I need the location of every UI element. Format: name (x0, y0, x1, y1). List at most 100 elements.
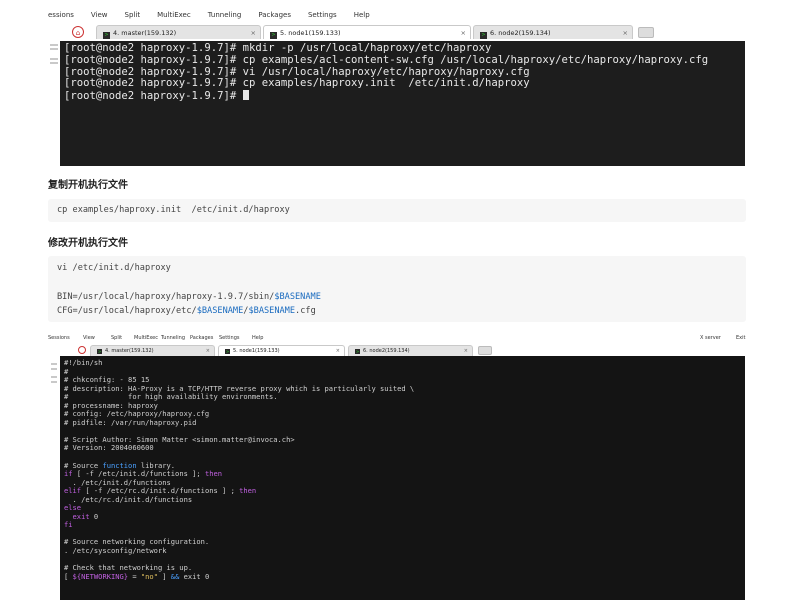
home-icon[interactable] (78, 346, 86, 354)
terminal-line: [root@node2 haproxy-1.9.7]# cp examples/… (64, 53, 709, 66)
sidebar-marker (51, 368, 57, 370)
code-variable: $BASENAME (196, 305, 244, 316)
menu-multiexec[interactable]: MultiExec (134, 333, 158, 343)
close-icon[interactable]: × (461, 26, 466, 40)
terminal-icon: > (103, 32, 110, 39)
terminal-line: # Version: 2004060600 (64, 443, 154, 453)
terminal-line: # for high availability environments. (64, 392, 278, 402)
menu-tunneling[interactable]: Tunneling (208, 8, 242, 22)
keyword-text: elif (64, 486, 82, 496)
terminal-line: # (64, 366, 69, 376)
code-text: = (128, 571, 141, 581)
keyword-text: then (204, 469, 223, 479)
terminal-line: # pidfile: /var/run/haproxy.pid (64, 417, 197, 427)
terminal-icon: > (355, 349, 360, 354)
close-icon[interactable]: × (251, 26, 256, 40)
new-tab-button[interactable] (638, 27, 654, 38)
tab-node1[interactable]: >5. node1(159.133) × (263, 25, 471, 39)
terminal-prompt: [root@node2 haproxy-1.9.7]# (64, 90, 243, 103)
terminal-line: #!/bin/sh (64, 358, 103, 367)
home-icon[interactable]: ⌂ (72, 26, 84, 38)
code-line: vi /etc/init.d/haproxy (57, 263, 171, 273)
menu-multiexec[interactable]: MultiExec (157, 8, 191, 22)
tab-label: 6. node2(159.134) (490, 29, 551, 37)
menu-packages[interactable]: Packages (258, 8, 291, 22)
code-text: [ -f /etc/rc.d/init.d/functions ] ; (81, 486, 240, 496)
code-text: BIN=/usr/local/haproxy/haproxy-1.9.7/sbi… (57, 291, 275, 302)
bottom-terminal[interactable]: #!/bin/sh # # chkconfig: - 85 15 # descript… (60, 356, 745, 600)
tab-master[interactable]: >4. master(159.132) × (90, 345, 215, 356)
section-heading-copy: 复制开机执行文件 (48, 180, 128, 191)
terminal-icon: > (225, 349, 230, 354)
tab-label: 5. node1(159.133) (280, 29, 341, 37)
top-tab-bar: ⌂ >4. master(159.132) × >5. node1(159.133… (48, 24, 748, 40)
menu-settings[interactable]: Settings (308, 8, 337, 22)
code-line: BIN=/usr/local/haproxy/haproxy-1.9.7/sbi… (57, 290, 746, 304)
keyword-text: if (64, 469, 73, 479)
menu-x-server[interactable]: X server (700, 333, 721, 343)
tab-node2[interactable]: >6. node2(159.134) × (473, 25, 633, 39)
code-text: .cfg (295, 305, 316, 316)
terminal-line: [ ${NETWORKING} = "no" ] && exit 0 (64, 571, 741, 582)
section-heading-modify: 修改开机执行文件 (48, 238, 128, 249)
sidebar-marker (50, 48, 58, 50)
menu-tunneling[interactable]: Tunneling (161, 333, 185, 343)
terminal-cursor (242, 90, 249, 101)
menu-exit[interactable]: Exit (736, 333, 745, 343)
top-terminal[interactable]: [root@node2 haproxy-1.9.7]# mkdir -p /us… (60, 41, 745, 166)
tab-node1[interactable]: >5. node1(159.133) × (218, 345, 345, 356)
tab-label: 6. node2(159.134) (363, 348, 410, 354)
code-block-copy: cp examples/haproxy.init /etc/init.d/hap… (48, 199, 746, 222)
menu-help[interactable]: Help (252, 333, 263, 343)
bottom-tab-bar: >4. master(159.132) × >5. node1(159.133) ×… (48, 344, 748, 356)
menu-sessions[interactable]: Sessions (48, 333, 70, 343)
terminal-line: else (64, 504, 741, 513)
terminal-line: exit 0 (64, 511, 741, 522)
sidebar-marker (50, 44, 58, 46)
sidebar-marker (51, 363, 57, 365)
terminal-line: fi (64, 521, 741, 530)
bottom-sidebar (50, 360, 58, 383)
terminal-line: . /etc/sysconfig/network (64, 546, 167, 556)
code-text: 0 (89, 511, 99, 521)
code-text: CFG=/usr/local/haproxy/etc/ (57, 305, 197, 316)
code-line: CFG=/usr/local/haproxy/etc/$BASENAME/$BA… (57, 304, 746, 318)
keyword-text: then (239, 486, 257, 496)
code-text: exit 0 (179, 571, 210, 581)
code-line: cp examples/haproxy.init /etc/init.d/hap… (57, 205, 290, 215)
menu-split[interactable]: Split (125, 8, 141, 22)
menu-split[interactable]: Split (111, 333, 122, 343)
sidebar-marker (51, 381, 57, 383)
variable-text: ${NETWORKING} (72, 571, 129, 581)
tab-label: 4. master(159.132) (113, 29, 177, 37)
code-variable: $BASENAME (274, 291, 321, 302)
terminal-line: [root@node2 haproxy-1.9.7]# (64, 90, 741, 103)
menu-settings[interactable]: Settings (219, 333, 240, 343)
top-menubar: essions View Split MultiExec Tunneling P… (48, 8, 748, 22)
code-text: [ (64, 571, 73, 581)
tab-label: 4. master(159.132) (105, 348, 154, 354)
bottom-menubar: Sessions View Split MultiExec Tunneling … (48, 333, 748, 343)
terminal-line: # Script Author: Simon Matter <simon.mat… (64, 434, 295, 444)
tab-master[interactable]: >4. master(159.132) × (96, 25, 261, 39)
terminal-line: . /etc/rc.d/init.d/functions (64, 494, 193, 504)
sidebar-marker (50, 62, 58, 64)
code-variable: $BASENAME (248, 305, 296, 316)
code-block-modify: vi /etc/init.d/haproxy BIN=/usr/local/ha… (48, 256, 746, 322)
terminal-line: [root@node2 haproxy-1.9.7]# cp examples/… (64, 77, 530, 90)
menu-packages[interactable]: Packages (190, 333, 213, 343)
menu-view[interactable]: View (91, 8, 108, 22)
close-icon[interactable]: × (623, 26, 628, 40)
menu-sessions[interactable]: essions (48, 8, 74, 22)
code-text: ] (157, 571, 171, 581)
top-sidebar (48, 42, 60, 162)
code-text: [ -f /etc/init.d/functions ]; (72, 469, 205, 479)
terminal-icon: > (480, 32, 487, 39)
tab-node2[interactable]: >6. node2(159.134) × (348, 345, 473, 356)
terminal-icon: > (97, 349, 102, 354)
new-tab-button[interactable] (478, 346, 492, 355)
menu-view[interactable]: View (83, 333, 95, 343)
menu-help[interactable]: Help (354, 8, 370, 22)
sidebar-marker (50, 58, 58, 60)
